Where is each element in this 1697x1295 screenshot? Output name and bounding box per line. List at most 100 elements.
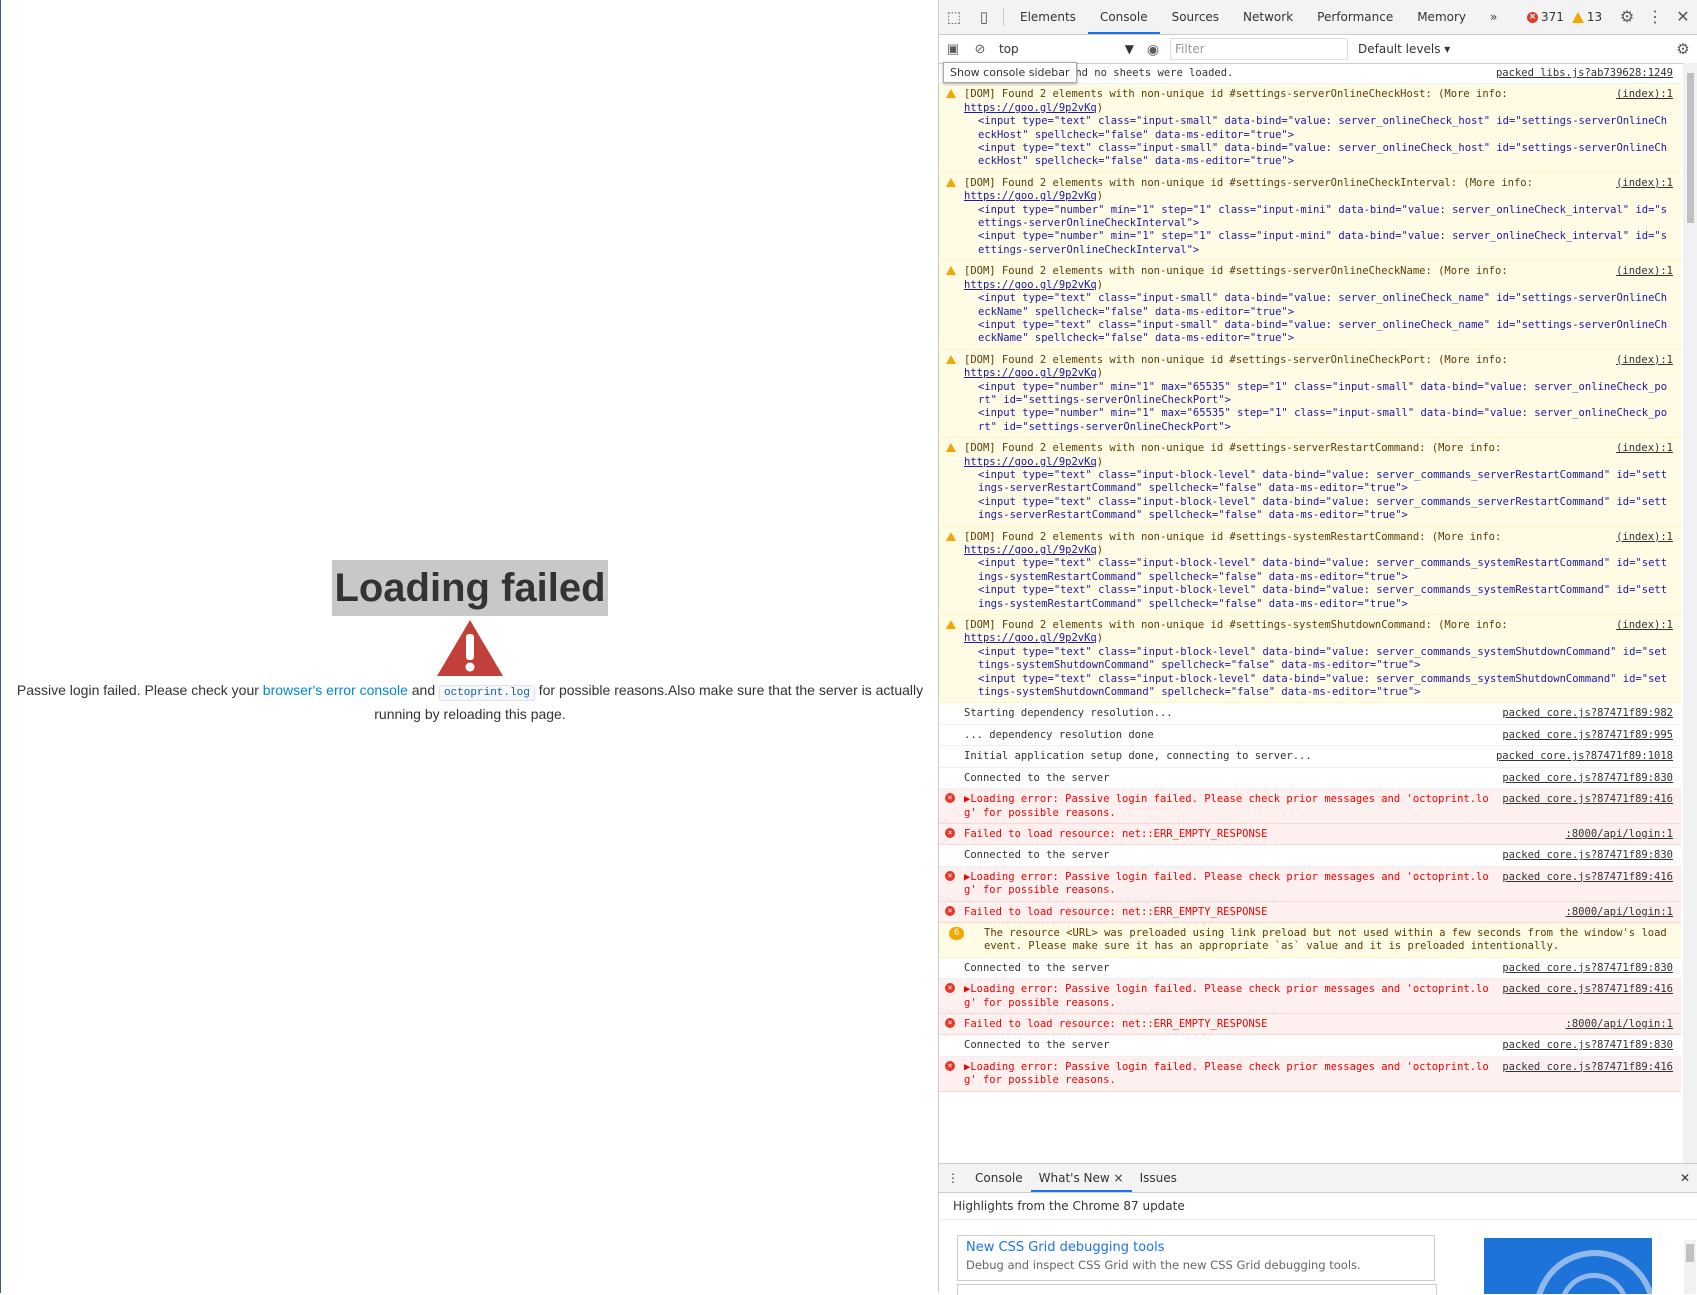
console-row: × packed core.js?87471f89:416 ▶Loading err…	[939, 979, 1681, 1014]
source-link[interactable]: :8000/api/login:1	[1566, 828, 1673, 841]
context-selector[interactable]: top ▼	[999, 39, 1140, 59]
console-text: [DOM] Found 2 elements with non-unique i…	[964, 353, 1514, 366]
more-info-link[interactable]: https://goo.gl/9p2vKq	[964, 190, 1097, 202]
sidebar-toggle-icon[interactable]: ▣	[939, 35, 967, 63]
source-link[interactable]: (index):1	[1616, 354, 1673, 367]
error-icon: ×	[945, 1060, 955, 1071]
tab-console[interactable]: Console	[1087, 0, 1160, 34]
drawer-scrollbar[interactable]	[1684, 1240, 1696, 1294]
more-info-link[interactable]: https://goo.gl/9p2vKq	[964, 456, 1097, 468]
tab-network[interactable]: Network	[1231, 0, 1305, 34]
source-link[interactable]: packed core.js?87471f89:830	[1502, 962, 1673, 975]
source-link[interactable]: packed libs.js?ab739628:1249	[1496, 67, 1673, 80]
drawer-tab-whats-new[interactable]: What's New ×	[1030, 1164, 1132, 1192]
close-drawer-icon[interactable]: ✕	[1672, 1164, 1697, 1192]
error-icon: ×	[945, 870, 955, 881]
console-row: × packed core.js?87471f89:416 ▶Loading err…	[939, 866, 1681, 902]
source-link[interactable]: (index):1	[1616, 88, 1673, 101]
source-link[interactable]: packed core.js?87471f89:830	[1502, 1039, 1673, 1052]
source-link[interactable]: packed core.js?87471f89:1018	[1496, 750, 1673, 763]
element-snippet[interactable]: <input type="number" min="1" max="65535"…	[964, 381, 1673, 408]
feature-card-title[interactable]: New CSS Grid debugging tools	[966, 1240, 1426, 1255]
drawer-tab-issues[interactable]: Issues	[1132, 1164, 1185, 1192]
feature-card-next[interactable]	[957, 1284, 1437, 1295]
source-link[interactable]: packed core.js?87471f89:416	[1502, 871, 1673, 884]
console-row: 6 The resource <URL> was preloaded using …	[939, 922, 1681, 958]
source-link[interactable]: packed core.js?87471f89:995	[1502, 729, 1673, 742]
drawer-tab-console[interactable]: Console	[967, 1164, 1031, 1192]
drawer-scroll-thumb[interactable]	[1686, 1244, 1694, 1262]
warning-icon	[946, 531, 956, 541]
tab-performance[interactable]: Performance	[1305, 0, 1405, 34]
tab-sources[interactable]: Sources	[1160, 0, 1231, 34]
issue-counts[interactable]: × 371 13	[1527, 0, 1602, 34]
console-warning-row: (index):1 [DOM] Found 2 elements with non…	[939, 615, 1681, 704]
inspect-element-icon[interactable]: ⬚	[939, 0, 969, 34]
source-link[interactable]: packed core.js?87471f89:830	[1502, 849, 1673, 862]
console-row: packed core.js?87471f89:982 Starting depe…	[939, 703, 1681, 725]
console-warning-row: (index):1 [DOM] Found 2 elements with non…	[939, 172, 1681, 262]
more-info-link[interactable]: https://goo.gl/9p2vKq	[964, 632, 1097, 644]
more-info-link[interactable]: https://goo.gl/9p2vKq	[964, 102, 1097, 114]
gear-icon[interactable]: ⚙	[1613, 7, 1641, 27]
kebab-menu-icon[interactable]: ⋮	[1641, 7, 1669, 27]
element-snippet[interactable]: <input type="number" min="1" step="1" cl…	[964, 204, 1673, 231]
warning-icon	[946, 354, 956, 364]
tab-elements[interactable]: Elements	[1008, 0, 1088, 34]
drawer-tabs: ⋮ Console What's New × Issues ✕	[939, 1164, 1697, 1193]
console-warning-row: (index):1 [DOM] Found 2 elements with non…	[939, 438, 1681, 527]
close-icon[interactable]: ✕	[1669, 7, 1697, 27]
close-tab-icon[interactable]: ×	[1114, 1171, 1124, 1185]
element-snippet[interactable]: <input type="number" min="1" max="65535"…	[964, 407, 1673, 434]
element-snippet[interactable]: <input type="text" class="input-small" d…	[964, 142, 1673, 169]
whats-new-label: What's New	[1038, 1171, 1110, 1185]
element-snippet[interactable]: <input type="text" class="input-block-le…	[964, 557, 1673, 584]
console-row: ×:8000/api/login:1 Failed to load resourc…	[939, 901, 1681, 923]
scrollbar-thumb[interactable]	[1687, 73, 1694, 223]
log-levels-dropdown[interactable]: Default levels ▾	[1358, 42, 1450, 56]
source-link[interactable]: packed core.js?87471f89:416	[1502, 793, 1673, 806]
source-link[interactable]: (index):1	[1616, 619, 1673, 632]
element-snippet[interactable]: <input type="text" class="input-small" d…	[964, 115, 1673, 142]
console-text: ▶Loading error: Passive login failed. Pl…	[964, 793, 1489, 819]
drawer-menu-icon[interactable]: ⋮	[939, 1164, 967, 1192]
more-info-link[interactable]: https://goo.gl/9p2vKq	[964, 279, 1097, 291]
source-link[interactable]: (index):1	[1616, 177, 1673, 190]
more-tabs-button[interactable]: »	[1478, 0, 1509, 34]
source-link[interactable]: (index):1	[1616, 531, 1673, 544]
console-warning-row: (index):1 [DOM] Found 2 elements with non…	[939, 261, 1681, 350]
element-snippet[interactable]: <input type="text" class="input-small" d…	[964, 319, 1673, 346]
source-link[interactable]: :8000/api/login:1	[1566, 906, 1673, 919]
browser-console-link[interactable]: browser's error console	[263, 682, 408, 698]
console-settings-gear-icon[interactable]: ⚙	[1669, 35, 1697, 63]
source-link[interactable]: (index):1	[1616, 442, 1673, 455]
more-info-link[interactable]: https://goo.gl/9p2vKq	[964, 544, 1097, 556]
more-info-link[interactable]: https://goo.gl/9p2vKq	[964, 367, 1097, 379]
clear-console-icon[interactable]: ⊘	[967, 35, 993, 63]
console-text: Connected to the server	[964, 1039, 1110, 1052]
element-snippet[interactable]: <input type="text" class="input-small" d…	[964, 292, 1673, 319]
console-text: Initial application setup done, connecti…	[964, 750, 1312, 763]
filter-input[interactable]: Filter	[1170, 38, 1348, 60]
source-link[interactable]: packed core.js?87471f89:982	[1502, 707, 1673, 720]
element-snippet[interactable]: <input type="text" class="input-block-le…	[964, 673, 1673, 700]
console-scrollbar[interactable]	[1683, 63, 1697, 1163]
console-toolbar: ▣ ⊘ top ▼ ◉ Filter Default levels ▾ ⚙	[939, 35, 1697, 64]
element-snippet[interactable]: <input type="text" class="input-block-le…	[964, 584, 1673, 611]
source-link[interactable]: :8000/api/login:1	[1566, 1018, 1673, 1031]
feature-card[interactable]: New CSS Grid debugging tools Debug and i…	[957, 1235, 1435, 1281]
device-toolbar-icon[interactable]: ▯	[969, 0, 999, 34]
element-snippet[interactable]: <input type="text" class="input-block-le…	[964, 496, 1673, 523]
tab-memory[interactable]: Memory	[1405, 0, 1478, 34]
source-link[interactable]: (index):1	[1616, 265, 1673, 278]
source-link[interactable]: packed core.js?87471f89:416	[1502, 1061, 1673, 1074]
console-text: [DOM] Found 2 elements with non-unique i…	[964, 265, 1514, 278]
console-text: Connected to the server	[964, 849, 1110, 862]
element-snippet[interactable]: <input type="text" class="input-block-le…	[964, 469, 1673, 496]
element-snippet[interactable]: <input type="text" class="input-block-le…	[964, 646, 1673, 673]
source-link[interactable]: packed core.js?87471f89:416	[1502, 983, 1673, 996]
source-link[interactable]: packed core.js?87471f89:830	[1502, 772, 1673, 785]
console-text: Failed to load resource: net::ERR_EMPTY_…	[964, 905, 1268, 918]
element-snippet[interactable]: <input type="number" min="1" step="1" cl…	[964, 230, 1673, 257]
eye-icon[interactable]: ◉	[1140, 35, 1166, 63]
